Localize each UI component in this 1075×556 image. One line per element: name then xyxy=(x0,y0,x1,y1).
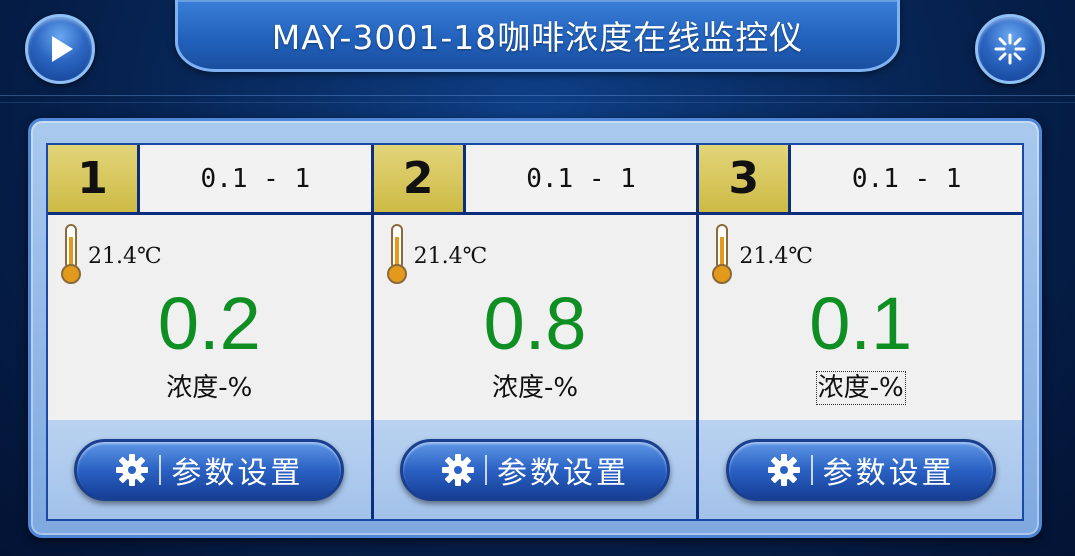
temperature-value: 21.4℃ xyxy=(413,243,488,269)
channel-3: 3 0.1 - 1 21.4℃ 0.1 浓度-% 参数设置 xyxy=(699,145,1023,519)
concentration-unit: 浓度-% xyxy=(815,371,906,405)
temperature-value: 21.4℃ xyxy=(739,243,813,269)
channel-number: 3 xyxy=(699,145,792,212)
temperature-value: 21.4℃ xyxy=(88,243,162,269)
button-separator xyxy=(159,454,162,485)
concentration-unit: 浓度-% xyxy=(166,373,253,403)
parameter-settings-button[interactable]: 参数设置 xyxy=(74,438,345,501)
thermometer-icon xyxy=(61,224,81,284)
thermometer-icon xyxy=(712,224,733,284)
title-banner: MAY-3001-18咖啡浓度在线监控仪 xyxy=(175,0,900,72)
concentration-value: 0.8 xyxy=(483,282,587,365)
channel-number: 2 xyxy=(373,145,466,212)
parameter-settings-button[interactable]: 参数设置 xyxy=(725,438,996,501)
channel-footer: 参数设置 xyxy=(699,420,1023,519)
background-divider xyxy=(0,95,1075,103)
snowflake-settings-icon xyxy=(994,33,1026,65)
thermometer-icon xyxy=(386,224,407,284)
channel-header: 3 0.1 - 1 xyxy=(699,145,1023,215)
channel-header: 2 0.1 - 1 xyxy=(373,145,697,215)
system-settings-button[interactable] xyxy=(975,14,1045,84)
channel-number: 1 xyxy=(48,145,140,212)
gear-icon xyxy=(442,453,474,486)
channel-range: 0.1 - 1 xyxy=(791,145,1023,212)
channel-header: 1 0.1 - 1 xyxy=(48,145,371,215)
channel-footer: 参数设置 xyxy=(373,420,697,519)
play-icon xyxy=(52,36,73,62)
channel-2: 2 0.1 - 1 21.4℃ 0.8 浓度-% 参数设置 xyxy=(373,145,697,519)
temperature-row: 21.4℃ xyxy=(386,223,488,285)
concentration-unit: 浓度-% xyxy=(491,373,579,403)
play-button[interactable] xyxy=(25,14,95,84)
button-separator xyxy=(810,454,813,485)
channel-range: 0.1 - 1 xyxy=(140,145,371,212)
button-separator xyxy=(485,454,487,485)
concentration-value: 0.1 xyxy=(809,282,913,365)
temperature-row: 21.4℃ xyxy=(711,223,813,285)
page-title: MAY-3001-18咖啡浓度在线监控仪 xyxy=(271,17,804,57)
channel-footer: 参数设置 xyxy=(48,420,371,519)
parameter-settings-button[interactable]: 参数设置 xyxy=(400,438,670,501)
channel-grid: 1 0.1 - 1 21.4℃ 0.2 浓度-% 参数设置 2 0.1 - 1 … xyxy=(46,143,1024,521)
concentration-unit-focused[interactable]: 浓度-% xyxy=(699,367,1022,405)
parameter-settings-label: 参数设置 xyxy=(822,455,955,491)
parameter-settings-label: 参数设置 xyxy=(171,455,304,491)
temperature-row: 21.4℃ xyxy=(60,223,162,285)
channel-1: 1 0.1 - 1 21.4℃ 0.2 浓度-% 参数设置 xyxy=(48,145,371,519)
main-panel: 1 0.1 - 1 21.4℃ 0.2 浓度-% 参数设置 2 0.1 - 1 … xyxy=(28,118,1042,538)
gear-icon xyxy=(116,453,149,486)
parameter-settings-label: 参数设置 xyxy=(497,455,629,491)
channel-readout: 21.4℃ 0.1 浓度-% xyxy=(699,215,1023,420)
concentration-value: 0.2 xyxy=(157,282,261,365)
gear-icon xyxy=(767,453,800,486)
channel-readout: 21.4℃ 0.2 浓度-% xyxy=(48,215,371,420)
channel-range: 0.1 - 1 xyxy=(465,145,697,212)
channel-readout: 21.4℃ 0.8 浓度-% xyxy=(373,215,697,420)
